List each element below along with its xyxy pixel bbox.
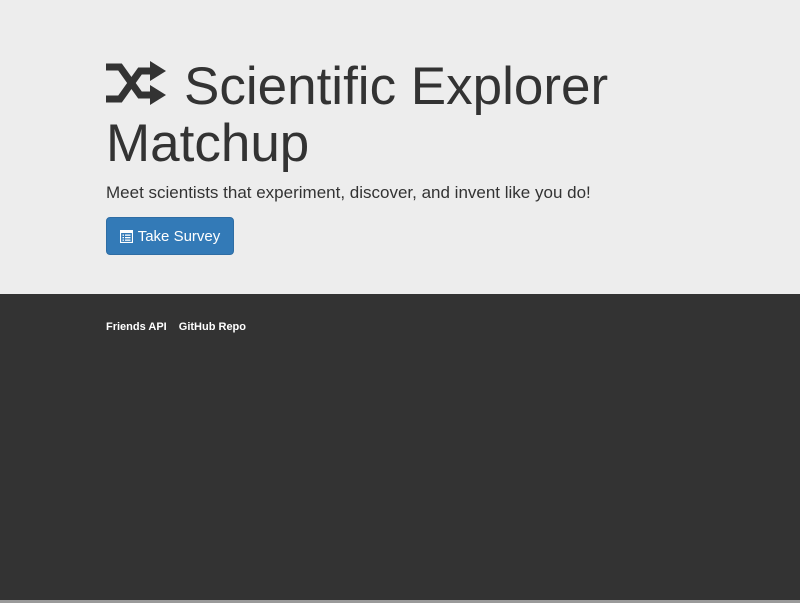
random-icon [106,61,166,105]
page-title: Scientific Explorer Matchup [106,58,706,172]
take-survey-button[interactable]: Take Survey [106,217,234,255]
footer-links: Friends API GitHub Repo [106,321,255,333]
jumbotron: Scientific Explorer Matchup Meet scienti… [0,0,800,294]
friends-api-link[interactable]: Friends API [106,321,167,333]
footer [0,294,800,600]
page-title-text: Scientific Explorer Matchup [106,57,609,173]
list-alt-icon [119,229,133,243]
page-subtitle: Meet scientists that experiment, discove… [106,183,591,202]
github-repo-link[interactable]: GitHub Repo [179,321,246,333]
take-survey-label: Take Survey [137,227,221,245]
